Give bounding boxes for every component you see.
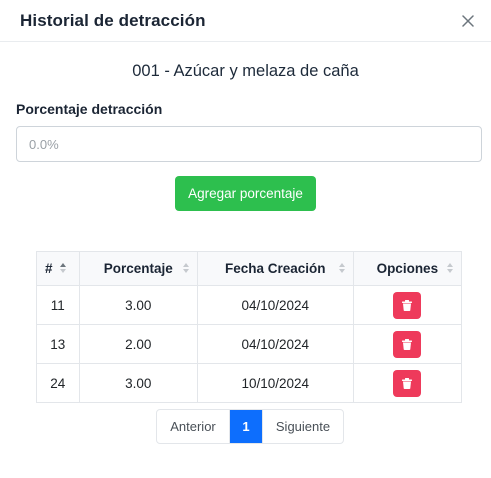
cell-id: 24 bbox=[36, 363, 80, 403]
trash-icon bbox=[402, 377, 413, 389]
product-title: 001 - Azúcar y melaza de caña bbox=[132, 62, 359, 80]
modal-title: Historial de detracción bbox=[20, 10, 206, 30]
cell-options bbox=[352, 324, 463, 364]
delete-button[interactable] bbox=[393, 291, 422, 319]
close-icon bbox=[462, 14, 474, 27]
table-row: 11 3.00 04/10/2024 bbox=[36, 285, 463, 325]
table-header-row: # Porcentaje Fecha Creación Opciones bbox=[36, 251, 463, 286]
cell-options bbox=[352, 285, 463, 325]
column-header-percent[interactable]: Porcentaje bbox=[78, 251, 198, 286]
pagination-previous[interactable]: Anterior bbox=[157, 410, 230, 443]
sort-icon bbox=[59, 263, 66, 273]
column-header-id[interactable]: # bbox=[36, 251, 80, 286]
delete-button[interactable] bbox=[393, 330, 422, 358]
cell-id: 13 bbox=[36, 324, 80, 364]
table-row: 24 3.00 10/10/2024 bbox=[36, 363, 463, 403]
pagination-page-1[interactable]: 1 bbox=[230, 410, 262, 443]
table-row: 13 2.00 04/10/2024 bbox=[36, 324, 463, 364]
sort-icon bbox=[182, 263, 189, 273]
column-header-date[interactable]: Fecha Creación bbox=[196, 251, 354, 286]
cell-percent: 3.00 bbox=[78, 285, 198, 325]
trash-icon bbox=[402, 299, 413, 311]
cell-date: 04/10/2024 bbox=[196, 324, 354, 364]
percentage-label: Porcentaje detracción bbox=[16, 101, 163, 117]
sort-icon bbox=[447, 263, 453, 273]
cell-date: 04/10/2024 bbox=[196, 285, 354, 325]
cell-percent: 2.00 bbox=[78, 324, 198, 364]
cell-date: 10/10/2024 bbox=[196, 363, 354, 403]
add-percentage-button[interactable]: Agregar porcentaje bbox=[175, 176, 316, 211]
detraction-history-modal: Historial de detracción 001 - Azúcar y m… bbox=[0, 0, 491, 478]
pagination: Anterior 1 Siguiente bbox=[156, 409, 344, 444]
trash-icon bbox=[402, 338, 413, 350]
detraction-table: # Porcentaje Fecha Creación Opciones 11 … bbox=[36, 251, 463, 403]
close-button[interactable] bbox=[457, 10, 479, 32]
cell-options bbox=[352, 363, 463, 403]
column-header-options[interactable]: Opciones bbox=[352, 251, 463, 286]
cell-id: 11 bbox=[36, 285, 80, 325]
cell-percent: 3.00 bbox=[78, 363, 198, 403]
percentage-input[interactable] bbox=[16, 126, 482, 162]
sort-icon bbox=[338, 263, 345, 273]
delete-button[interactable] bbox=[393, 369, 422, 397]
modal-header: Historial de detracción bbox=[0, 0, 491, 42]
pagination-next[interactable]: Siguiente bbox=[262, 410, 343, 443]
